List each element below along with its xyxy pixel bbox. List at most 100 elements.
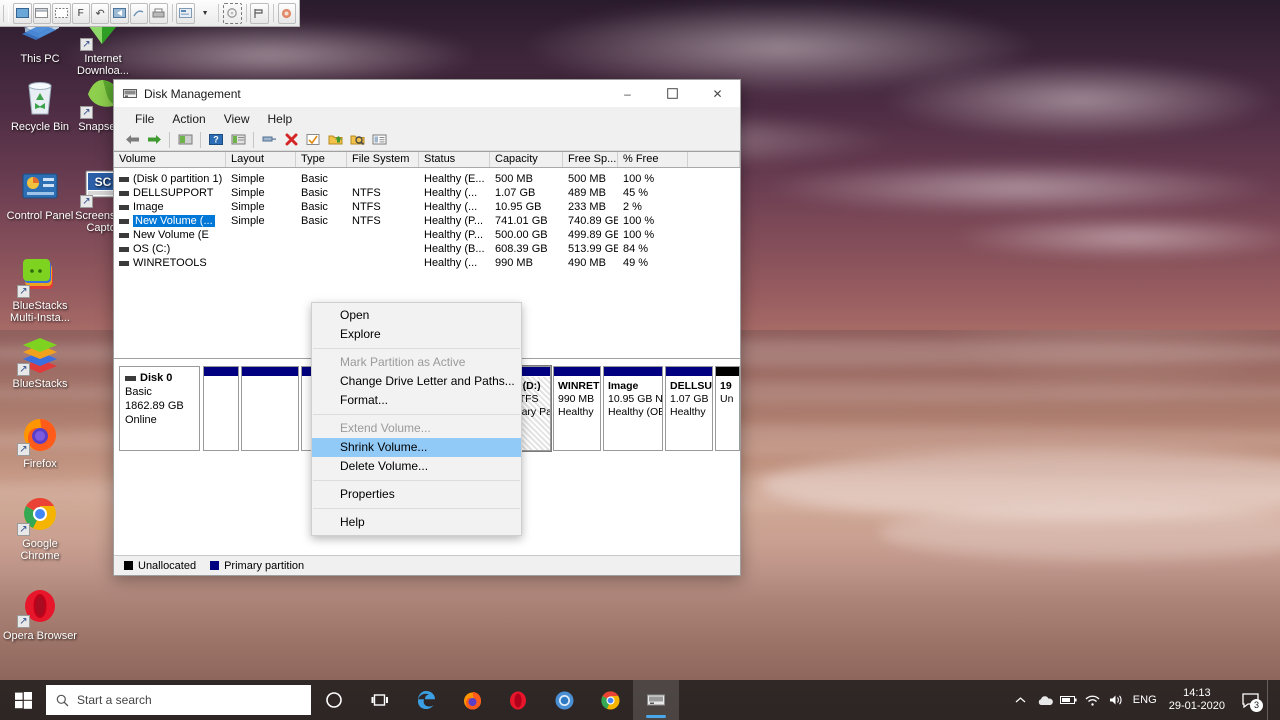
disk-management-window[interactable]: Disk Management – ✕ File Action View Hel… <box>113 79 741 576</box>
menu-view[interactable]: View <box>215 110 259 128</box>
context-menu-item-properties[interactable]: Properties <box>312 485 521 504</box>
repeat-last-capture-button[interactable]: ↶ <box>91 3 109 24</box>
table-row[interactable]: ImageSimpleBasicNTFSHealthy (...10.95 GB… <box>114 200 740 214</box>
clock[interactable]: 14:13 29-01-2020 <box>1161 687 1233 713</box>
menu-help[interactable]: Help <box>259 110 302 128</box>
forward-button[interactable] <box>144 130 164 149</box>
google-chrome-icon[interactable] <box>587 680 633 720</box>
partition-block[interactable]: WINRET990 MBHealthy <box>553 366 601 451</box>
shortcut-arrow-icon: ↗ <box>80 195 93 208</box>
capture-object-button[interactable] <box>110 3 128 24</box>
help-button[interactable]: ? <box>206 130 226 149</box>
list-view-button[interactable] <box>369 130 389 149</box>
post-capture-dropdown[interactable]: ▼ <box>196 3 214 24</box>
partition-block[interactable] <box>203 366 239 451</box>
menu-bar[interactable]: File Action View Help <box>114 108 740 129</box>
chromium-icon[interactable] <box>541 680 587 720</box>
onedrive-icon[interactable] <box>1033 680 1057 720</box>
desktop-icon-opera-browser[interactable]: ↗ Opera Browser <box>3 585 77 642</box>
context-menu-item-help[interactable]: Help <box>312 513 521 532</box>
volume-context-menu[interactable]: OpenExploreMark Partition as ActiveChang… <box>311 302 522 536</box>
column-header-type[interactable]: Type <box>296 152 347 167</box>
table-row[interactable]: New Volume (EHealthy (P...500.00 GB499.8… <box>114 228 740 242</box>
table-row[interactable]: WINRETOOLSHealthy (...990 MB490 MB49 % <box>114 256 740 270</box>
show-hide-console-tree-button[interactable] <box>228 130 248 149</box>
show-desktop-button[interactable] <box>1267 680 1274 720</box>
toolbar-grip[interactable] <box>3 5 9 22</box>
capture-fixed-region-button[interactable]: F <box>72 3 90 24</box>
cortana-icon[interactable] <box>311 680 357 720</box>
properties-button[interactable] <box>259 130 279 149</box>
settings-button[interactable] <box>278 3 296 24</box>
search-input[interactable]: Start a search <box>77 693 152 707</box>
table-row[interactable]: New Volume (...SimpleBasicNTFSHealthy (P… <box>114 214 740 228</box>
menu-action[interactable]: Action <box>163 110 214 128</box>
menu-file[interactable]: File <box>126 110 163 128</box>
start-button[interactable] <box>0 680 46 720</box>
capture-screen-button[interactable] <box>13 3 31 24</box>
opera-icon[interactable] <box>495 680 541 720</box>
system-tray[interactable]: ENG 14:13 29-01-2020 3 <box>1009 680 1280 720</box>
volume-icon <box>119 191 129 196</box>
firefox-icon[interactable] <box>449 680 495 720</box>
context-menu-item-open[interactable]: Open <box>312 306 521 325</box>
window-toolbar[interactable]: ? <box>114 129 740 151</box>
task-view-icon[interactable] <box>357 680 403 720</box>
microsoft-edge-icon[interactable] <box>403 680 449 720</box>
post-capture-options-button[interactable] <box>176 3 194 24</box>
desktop-icon-bluestacks[interactable]: ↗ BlueStacks <box>3 333 77 390</box>
partition-block[interactable]: DELLSUI1.07 GBHealthy <box>665 366 713 451</box>
context-menu-item-delete-volume[interactable]: Delete Volume... <box>312 457 521 476</box>
table-row[interactable]: DELLSUPPORTSimpleBasicNTFSHealthy (...1.… <box>114 186 740 200</box>
desktop-icon-firefox[interactable]: ↗ Firefox <box>3 413 77 470</box>
column-header-free-space[interactable]: Free Sp... <box>563 152 618 167</box>
rescan-disks-button[interactable] <box>325 130 345 149</box>
wifi-icon[interactable] <box>1081 680 1105 720</box>
quick-capture-button[interactable] <box>223 3 241 24</box>
column-header-file-system[interactable]: File System <box>347 152 419 167</box>
column-header-volume[interactable]: Volume <box>114 152 226 167</box>
notifications-button[interactable]: 3 <box>1233 680 1267 720</box>
close-button[interactable]: ✕ <box>695 80 740 108</box>
taskbar[interactable]: Start a search <box>0 680 1280 720</box>
desktop-icon-google-chrome[interactable]: ↗ Google Chrome <box>3 493 77 562</box>
column-header-percent-free[interactable]: % Free <box>618 152 688 167</box>
volume-icon[interactable] <box>1105 680 1129 720</box>
language-indicator[interactable]: ENG <box>1129 680 1161 720</box>
partition-block[interactable] <box>241 366 299 451</box>
show-hidden-icons-button[interactable] <box>1009 680 1033 720</box>
partition-block[interactable]: Image10.95 GB NTHealthy (OEl <box>603 366 663 451</box>
battery-icon[interactable] <box>1057 680 1081 720</box>
table-row[interactable]: OS (C:)Healthy (B...608.39 GB513.99 GB84… <box>114 242 740 256</box>
partition-block[interactable]: 19Un <box>715 366 740 451</box>
disk-management-taskbar-icon[interactable] <box>633 680 679 720</box>
capture-region-button[interactable] <box>52 3 70 24</box>
screen-capture-toolbar[interactable]: F ↶ ▼ <box>0 0 300 27</box>
disk-info-panel[interactable]: Disk 0 Basic 1862.89 GB Online <box>119 366 200 451</box>
flag-button[interactable] <box>250 3 268 24</box>
capture-scrolling-button[interactable] <box>130 3 148 24</box>
back-button[interactable] <box>122 130 142 149</box>
context-menu-item-explore[interactable]: Explore <box>312 325 521 344</box>
refresh-button[interactable] <box>303 130 323 149</box>
maximize-button[interactable] <box>650 80 695 108</box>
context-menu-item-change-drive-letter-and-paths[interactable]: Change Drive Letter and Paths... <box>312 372 521 391</box>
volume-list-header[interactable]: Volume Layout Type File System Status Ca… <box>114 152 740 168</box>
capture-print-button[interactable] <box>149 3 167 24</box>
search-box[interactable]: Start a search <box>46 685 311 715</box>
minimize-button[interactable]: – <box>605 80 650 108</box>
context-menu-item-shrink-volume[interactable]: Shrink Volume... <box>312 438 521 457</box>
up-one-level-button[interactable] <box>175 130 195 149</box>
delete-button[interactable] <box>281 130 301 149</box>
desktop-icon-bluestacks-multi-instance[interactable]: ↗ BlueStacks Multi-Insta... <box>3 255 77 324</box>
column-header-capacity[interactable]: Capacity <box>490 152 563 167</box>
column-header-status[interactable]: Status <box>419 152 490 167</box>
capture-window-button[interactable] <box>33 3 51 24</box>
volume-list-body[interactable]: (Disk 0 partition 1)SimpleBasicHealthy (… <box>114 168 740 270</box>
table-row[interactable]: (Disk 0 partition 1)SimpleBasicHealthy (… <box>114 172 740 186</box>
column-header-spare[interactable] <box>688 152 740 167</box>
search-button[interactable] <box>347 130 367 149</box>
window-title-bar[interactable]: Disk Management – ✕ <box>114 80 740 108</box>
column-header-layout[interactable]: Layout <box>226 152 296 167</box>
context-menu-item-format[interactable]: Format... <box>312 391 521 410</box>
